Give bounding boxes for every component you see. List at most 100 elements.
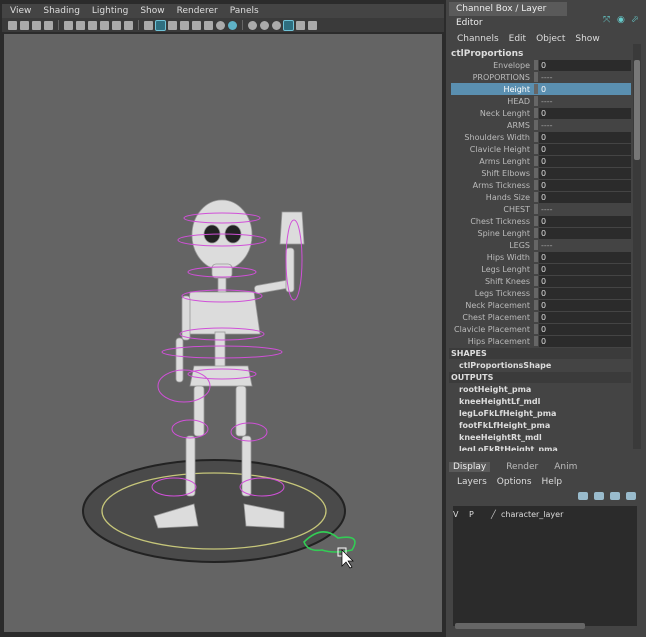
menu-panels[interactable]: Panels xyxy=(230,6,259,16)
attr-value[interactable]: 0 xyxy=(539,167,631,179)
menu-options[interactable]: Options xyxy=(497,477,532,487)
lighting-icon[interactable] xyxy=(216,20,225,30)
ambient-occlusion-icon[interactable] xyxy=(248,20,257,30)
menu-object[interactable]: Object xyxy=(536,34,565,44)
attr-row[interactable]: CHEST ---- xyxy=(451,203,631,215)
attr-value[interactable]: 0 xyxy=(539,335,631,347)
attr-value[interactable]: 0 xyxy=(539,143,631,155)
attr-value[interactable]: 0 xyxy=(539,275,631,287)
output-node[interactable]: rootHeight_pma xyxy=(459,385,531,394)
move-layer-up-icon[interactable] xyxy=(578,492,588,500)
output-node[interactable]: kneeHeightLf_mdl xyxy=(459,397,540,406)
antialiasing-icon[interactable] xyxy=(272,20,281,30)
motion-blur-icon[interactable] xyxy=(260,20,269,30)
attr-value[interactable]: 0 xyxy=(539,191,631,203)
attr-row[interactable]: Hips Placement 0 xyxy=(451,335,631,347)
xray-joints-icon[interactable] xyxy=(296,20,305,30)
wireframe-on-shaded-icon[interactable] xyxy=(180,20,189,30)
layer-list-scrollbar[interactable] xyxy=(455,623,585,629)
grid-icon[interactable] xyxy=(64,20,73,30)
film-gate-icon[interactable] xyxy=(76,20,85,30)
attr-value[interactable]: 0 xyxy=(539,311,631,323)
new-layer-icon[interactable] xyxy=(610,492,620,500)
attr-value[interactable]: 0 xyxy=(539,59,631,71)
tool-settings-icon[interactable]: ◉ xyxy=(617,16,626,25)
attr-value[interactable]: 0 xyxy=(539,227,631,239)
attr-row[interactable]: PROPORTIONS ---- xyxy=(451,71,631,83)
gate-mask-icon[interactable] xyxy=(100,20,109,30)
attr-value[interactable]: 0 xyxy=(539,131,631,143)
output-node[interactable]: kneeHeightRt_mdl xyxy=(459,433,542,442)
attr-row[interactable]: Legs Tickness 0 xyxy=(451,287,631,299)
xray-active-icon[interactable] xyxy=(308,20,317,30)
attr-row[interactable]: Arms Tickness 0 xyxy=(451,179,631,191)
attr-row[interactable]: Legs Lenght 0 xyxy=(451,263,631,275)
menu-shading[interactable]: Shading xyxy=(43,6,80,16)
attr-value[interactable]: ---- xyxy=(539,95,631,107)
attr-row[interactable]: Chest Tickness 0 xyxy=(451,215,631,227)
attr-row[interactable]: Arms Lenght 0 xyxy=(451,155,631,167)
tab-anim[interactable]: Anim xyxy=(554,462,577,472)
viewport-scene[interactable] xyxy=(4,34,442,632)
attr-row[interactable]: Spine Lenght 0 xyxy=(451,227,631,239)
attr-row[interactable]: Height 0 xyxy=(451,83,631,95)
bookmark-icon[interactable] xyxy=(32,20,41,30)
flat-shade-icon[interactable] xyxy=(168,20,177,30)
menu-channels[interactable]: Channels xyxy=(457,34,499,44)
layer-row[interactable]: V P ╱ character_layer xyxy=(453,510,563,519)
attr-value[interactable]: 0 xyxy=(539,323,631,335)
attr-value[interactable]: 0 xyxy=(539,215,631,227)
move-layer-down-icon[interactable] xyxy=(594,492,604,500)
menu-show[interactable]: Show xyxy=(575,34,599,44)
channel-box-scroll-thumb[interactable] xyxy=(634,60,640,160)
attr-value[interactable]: ---- xyxy=(539,71,631,83)
menu-show[interactable]: Show xyxy=(140,6,164,16)
field-chart-icon[interactable] xyxy=(112,20,121,30)
attr-row[interactable]: HEAD ---- xyxy=(451,95,631,107)
camera-attributes-icon[interactable] xyxy=(20,20,29,30)
attr-row[interactable]: LEGS ---- xyxy=(451,239,631,251)
layer-name[interactable]: character_layer xyxy=(501,510,563,519)
attr-value[interactable]: 0 xyxy=(539,299,631,311)
attr-value[interactable]: 0 xyxy=(539,263,631,275)
attr-row[interactable]: Shoulders Width 0 xyxy=(451,131,631,143)
attr-value[interactable]: 0 xyxy=(539,83,631,95)
attr-value[interactable]: 0 xyxy=(539,107,631,119)
shadows-icon[interactable] xyxy=(228,20,237,30)
output-node[interactable]: footFkLfHeight_pma xyxy=(459,421,550,430)
attr-value[interactable]: ---- xyxy=(539,203,631,215)
menu-lighting[interactable]: Lighting xyxy=(92,6,128,16)
attr-value[interactable]: ---- xyxy=(539,119,631,131)
shape-node[interactable]: ctlProportionsShape xyxy=(459,361,551,370)
smooth-shade-icon[interactable] xyxy=(155,19,166,31)
attr-value[interactable]: 0 xyxy=(539,155,631,167)
attr-value[interactable]: 0 xyxy=(539,179,631,191)
attr-row[interactable]: Clavicle Placement 0 xyxy=(451,323,631,335)
attr-row[interactable]: Hips Width 0 xyxy=(451,251,631,263)
menu-help[interactable]: Help xyxy=(542,477,563,487)
safe-action-icon[interactable] xyxy=(124,20,133,30)
attr-row[interactable]: Clavicle Height 0 xyxy=(451,143,631,155)
isolate-select-icon[interactable] xyxy=(283,19,294,31)
attr-row[interactable]: Chest Placement 0 xyxy=(451,311,631,323)
tab-channel-box[interactable]: Channel Box / Layer Editor xyxy=(449,2,567,28)
attr-value[interactable]: 0 xyxy=(539,287,631,299)
layer-visibility-toggle[interactable]: V xyxy=(453,510,469,519)
menu-renderer[interactable]: Renderer xyxy=(177,6,218,16)
xray-icon[interactable] xyxy=(192,20,201,30)
attr-value[interactable]: ---- xyxy=(539,239,631,251)
attribute-editor-icon[interactable]: ⤧ xyxy=(603,16,612,25)
attr-row[interactable]: ARMS ---- xyxy=(451,119,631,131)
output-node[interactable]: legLoFkRtHeight_pma xyxy=(459,445,558,451)
wireframe-icon[interactable] xyxy=(144,20,153,30)
image-plane-icon[interactable] xyxy=(44,20,53,30)
attr-row[interactable]: Hands Size 0 xyxy=(451,191,631,203)
camera-icon[interactable] xyxy=(8,20,17,30)
modeling-toolkit-icon[interactable]: ⬀ xyxy=(631,16,640,25)
layer-color-icon[interactable]: ╱ xyxy=(491,510,501,519)
layer-playback-toggle[interactable]: P xyxy=(469,510,491,519)
menu-layers[interactable]: Layers xyxy=(457,477,487,487)
tab-display[interactable]: Display xyxy=(449,462,491,472)
menu-view[interactable]: View xyxy=(10,6,31,16)
attr-row[interactable]: Neck Placement 0 xyxy=(451,299,631,311)
